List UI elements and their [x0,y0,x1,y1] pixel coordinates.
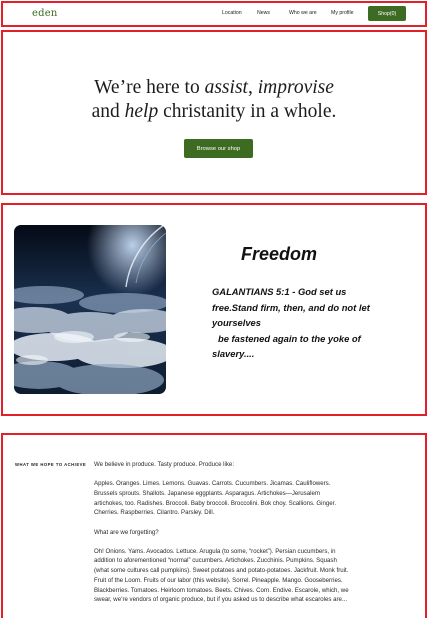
freedom-title: Freedom [241,244,318,264]
verse-line: yourselves [212,317,261,329]
hero-section: We’re here to assist, improvise and help… [1,30,427,195]
achieve-paragraph: Oh! Onions. Yams. Avocados. Lettuce. Aru… [94,547,349,604]
bible-verse: GALANTIANS 5:1 - God set us free.Stand f… [212,284,397,362]
nav-who-we-are[interactable]: Who we are [289,10,317,16]
hero-heading-line-2: and help christanity in a whole. [91,101,337,122]
shop-cart-button[interactable]: Shop(0) [368,6,406,21]
achieve-section: WHAT WE HOPE TO ACHIEVE We believe in pr… [1,433,427,618]
achieve-label: WHAT WE HOPE TO ACHIEVE [15,462,87,467]
achieve-paragraph: What are we forgetting? [94,528,159,536]
nav-location[interactable]: Location [222,10,242,16]
freedom-section: Freedom GALANTIANS 5:1 - God set us free… [1,203,427,416]
verse-line: be fastened again to the yoke of [218,332,361,344]
nav-my-profile[interactable]: My profile [331,10,354,16]
verse-line: GALANTIANS 5:1 - God set us [212,286,347,297]
site-logo[interactable]: eden [32,8,57,19]
achieve-body: We believe in produce. Tasty produce. Pr… [94,460,349,614]
nav-news[interactable]: News [257,10,270,16]
verse-line: slavery.... [212,348,255,360]
sky-clouds-image [14,225,166,394]
hero-heading-line-1: We’re here to assist, improvise [94,77,334,98]
verse-line: free.Stand firm, then, and do not let [212,301,370,313]
achieve-paragraph: We believe in produce. Tasty produce. Pr… [94,461,235,468]
browse-shop-button[interactable]: Browse our shop [184,139,253,158]
site-header: eden Location News Who we are My profile… [1,1,427,27]
achieve-paragraph: Apples. Oranges. Limes. Lemons. Guavas. … [94,480,337,517]
